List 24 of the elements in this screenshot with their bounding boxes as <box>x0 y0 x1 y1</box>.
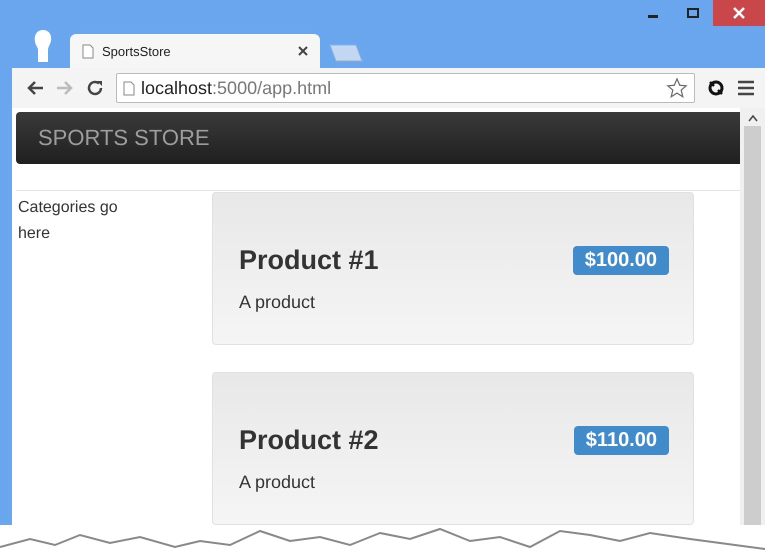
scroll-up-icon[interactable] <box>748 114 758 122</box>
product-name: Product #2 <box>239 425 379 456</box>
page-icon <box>123 80 135 96</box>
address-bar[interactable]: localhost:5000/app.html <box>116 73 695 103</box>
close-button[interactable] <box>713 0 765 26</box>
extension-icon[interactable] <box>707 79 725 97</box>
back-icon[interactable] <box>26 80 44 96</box>
menu-icon[interactable] <box>737 80 755 96</box>
page-icon <box>82 44 94 58</box>
product-name: Product #1 <box>239 245 379 276</box>
price-badge: $110.00 <box>574 426 669 455</box>
scrollbar[interactable] <box>740 108 765 525</box>
maximize-icon <box>687 8 699 18</box>
minimize-icon <box>648 15 658 18</box>
close-icon <box>733 7 745 19</box>
brand-link[interactable]: SPORTS STORE <box>38 125 210 152</box>
close-icon[interactable] <box>298 46 308 56</box>
price-badge: $100.00 <box>572 246 669 275</box>
sidebar-text: Categories go here <box>18 198 119 244</box>
product-description: A product <box>239 292 316 313</box>
reload-icon[interactable] <box>86 79 104 97</box>
browser-tab[interactable]: SportsStore <box>70 34 320 68</box>
star-icon[interactable] <box>666 77 688 99</box>
product-description: A product <box>239 472 316 493</box>
